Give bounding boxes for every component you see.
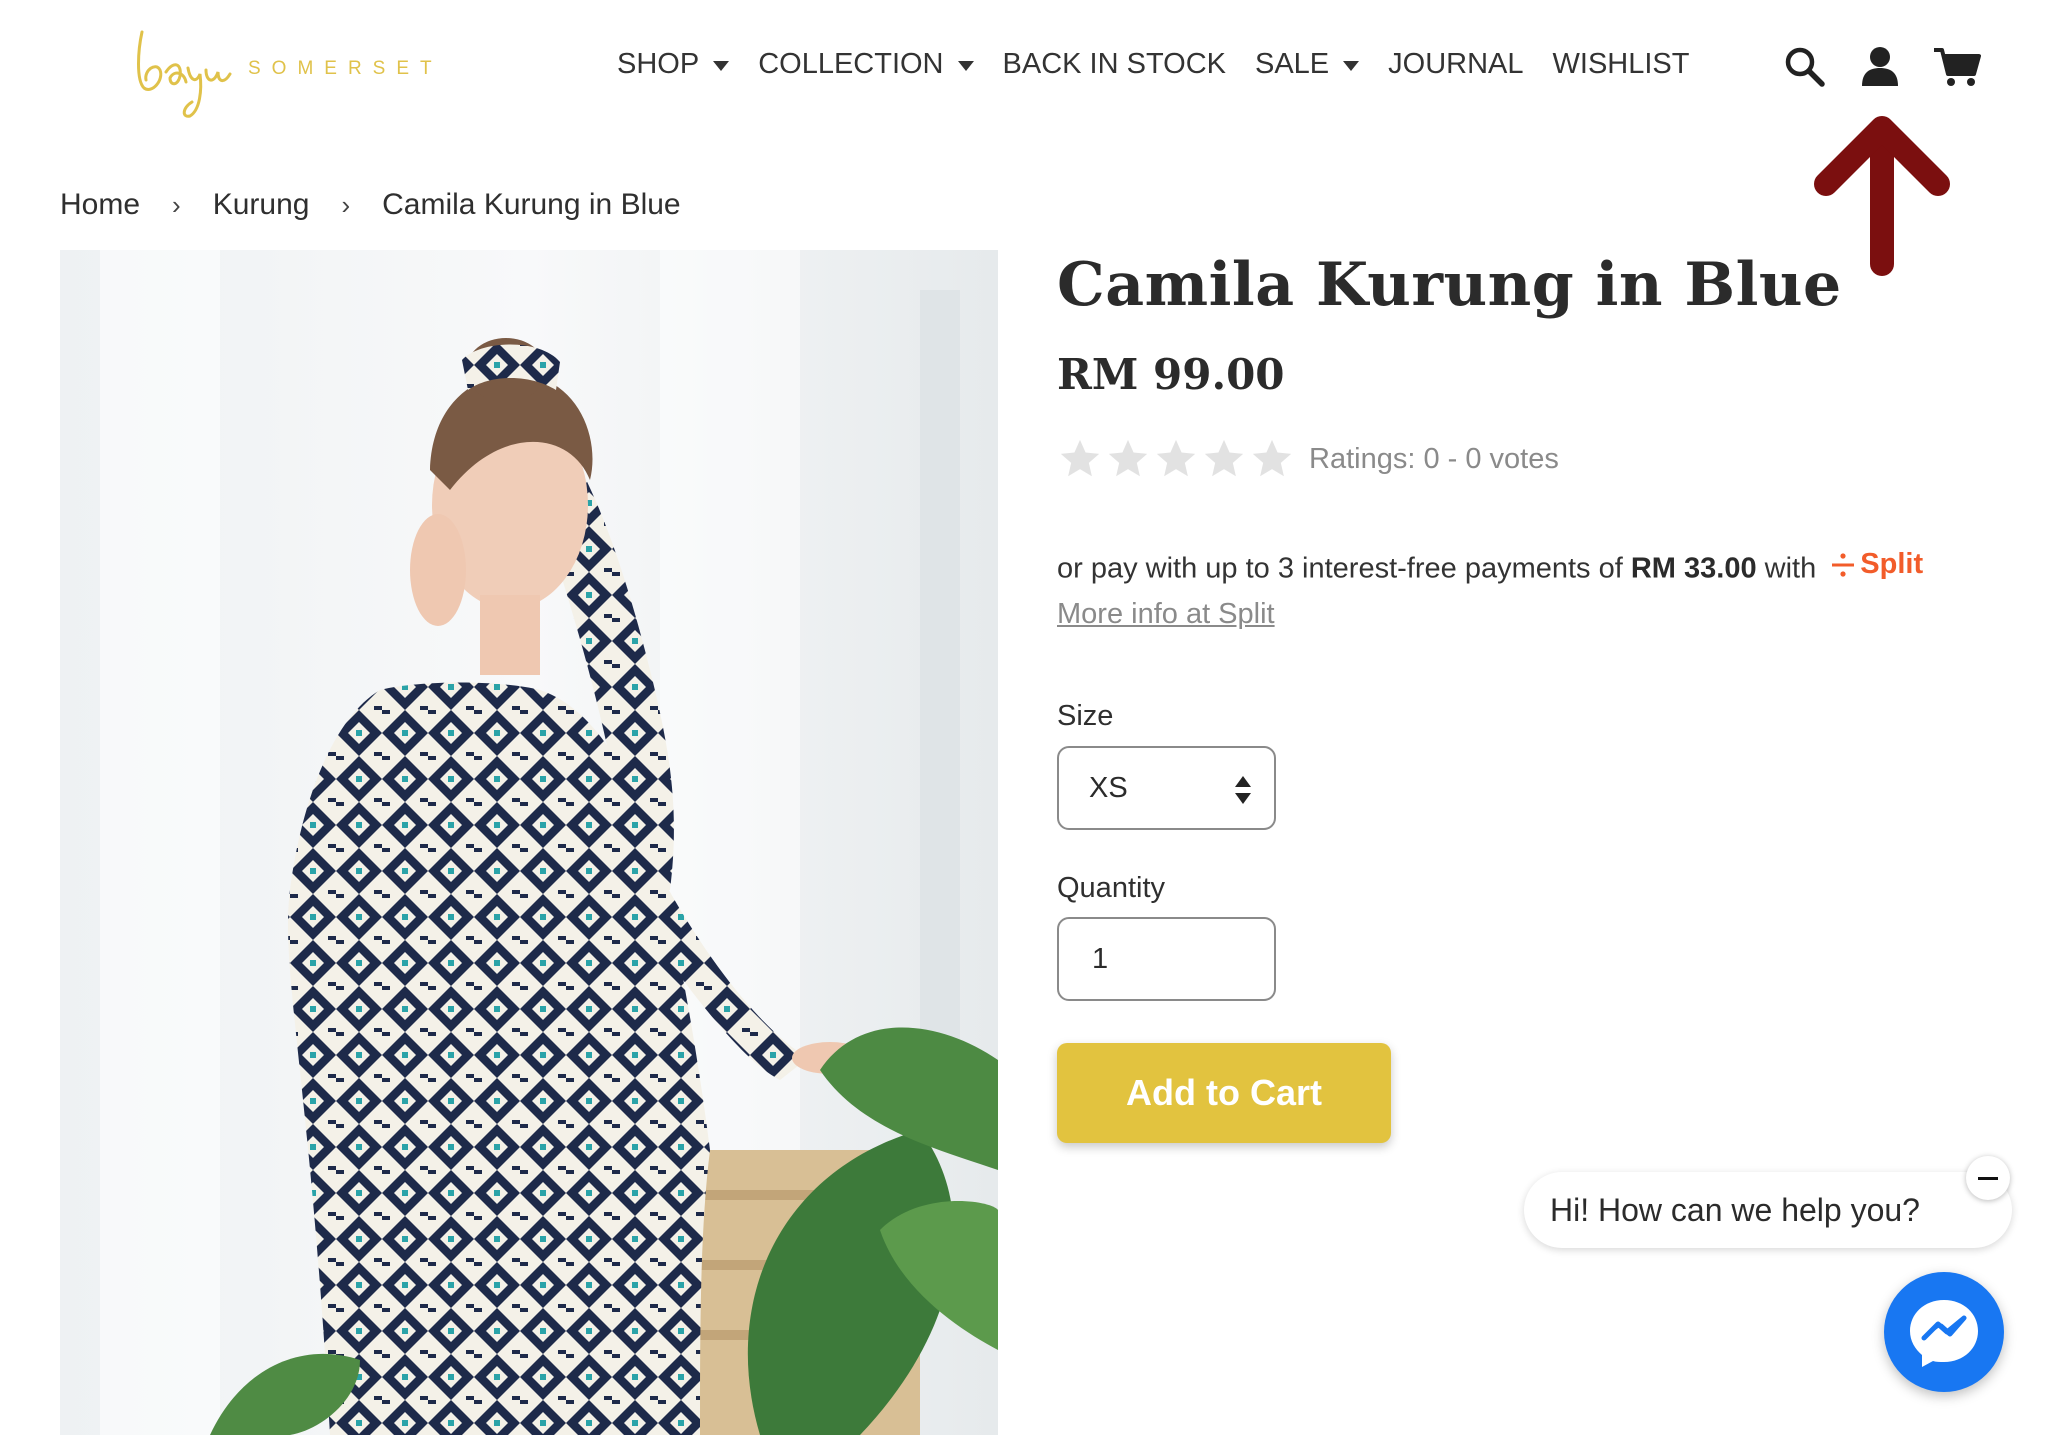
- nav-item-wishlist[interactable]: WISHLIST: [1553, 48, 1690, 81]
- breadcrumb-kurung[interactable]: Kurung: [213, 188, 310, 222]
- quantity-input[interactable]: 1: [1057, 917, 1276, 1001]
- star-icon[interactable]: [1249, 436, 1295, 482]
- nav-item-label: SALE: [1254, 48, 1330, 80]
- chat-greeting-bubble[interactable]: Hi! How can we help you?: [1524, 1172, 2012, 1248]
- size-label: Size: [1057, 700, 1114, 732]
- split-amount: RM 33.00: [1630, 552, 1757, 585]
- product-image[interactable]: [60, 250, 998, 1435]
- caret-down-icon: [1343, 60, 1360, 71]
- messenger-button[interactable]: [1884, 1272, 2004, 1392]
- caret-down-icon: [713, 60, 730, 71]
- nav-item-collection[interactable]: COLLECTION: [758, 48, 974, 81]
- account-icon[interactable]: [1858, 44, 1902, 88]
- product-rating: Ratings: 0 - 0 votes: [1057, 436, 1559, 482]
- product-title: Camila Kurung in Blue: [1057, 250, 1842, 320]
- star-icon[interactable]: [1201, 436, 1247, 482]
- star-icon[interactable]: [1057, 436, 1103, 482]
- brand-logo[interactable]: SOMERSET: [130, 10, 450, 125]
- nav-item-label: SHOP: [617, 48, 700, 80]
- size-value: XS: [1089, 771, 1128, 804]
- chat-message: Hi! How can we help you?: [1550, 1191, 1920, 1228]
- rating-text: Ratings: 0 - 0 votes: [1309, 442, 1559, 475]
- breadcrumb-current: Camila Kurung in Blue: [382, 188, 681, 221]
- chat-minimize-button[interactable]: [1966, 1156, 2010, 1200]
- split-prefix: or pay with up to 3 interest-free paymen…: [1057, 552, 1623, 585]
- select-arrows-icon: [1235, 776, 1251, 804]
- star-icon[interactable]: [1105, 436, 1151, 482]
- split-suffix: with: [1764, 552, 1817, 585]
- split-logo: Split: [1830, 548, 1923, 581]
- minus-icon: [1978, 1176, 1998, 1180]
- nav-item-sale[interactable]: SALE: [1254, 48, 1360, 81]
- quantity-value: 1: [1092, 942, 1109, 975]
- nav-item-label: JOURNAL: [1388, 48, 1524, 80]
- search-icon[interactable]: [1782, 44, 1826, 88]
- size-select[interactable]: XS: [1057, 746, 1276, 830]
- breadcrumb-home[interactable]: Home: [60, 188, 140, 222]
- main-nav: SHOP COLLECTION BACK IN STOCK SALE JOURN…: [617, 48, 1718, 81]
- split-dots-icon: [1832, 552, 1855, 577]
- nav-item-label: BACK IN STOCK: [1002, 48, 1226, 80]
- add-to-cart-button[interactable]: Add to Cart: [1057, 1043, 1391, 1143]
- star-icon[interactable]: [1153, 436, 1199, 482]
- nav-item-label: WISHLIST: [1552, 48, 1690, 80]
- split-more-info-link[interactable]: More info at Split: [1057, 598, 1275, 631]
- nav-item-shop[interactable]: SHOP: [617, 48, 730, 81]
- caret-down-icon: [957, 60, 974, 71]
- split-brand: Split: [1860, 548, 1924, 580]
- breadcrumb: Home › Kurung › Camila Kurung in Blue: [60, 188, 681, 222]
- breadcrumb-separator: ›: [341, 189, 351, 220]
- rating-stars[interactable]: [1057, 436, 1295, 482]
- nav-item-back-in-stock[interactable]: BACK IN STOCK: [1003, 48, 1226, 81]
- brand-wordmark: SOMERSET: [248, 58, 443, 79]
- quantity-label: Quantity: [1057, 872, 1165, 904]
- cart-icon[interactable]: [1932, 44, 1982, 88]
- breadcrumb-separator: ›: [172, 189, 181, 220]
- product-price: RM 99.00: [1057, 350, 1285, 399]
- messenger-icon: [1910, 1300, 1978, 1367]
- split-payment-info: or pay with up to 3 interest-free paymen…: [1057, 548, 1923, 586]
- nav-item-label: COLLECTION: [758, 48, 944, 80]
- nav-item-journal[interactable]: JOURNAL: [1388, 48, 1523, 81]
